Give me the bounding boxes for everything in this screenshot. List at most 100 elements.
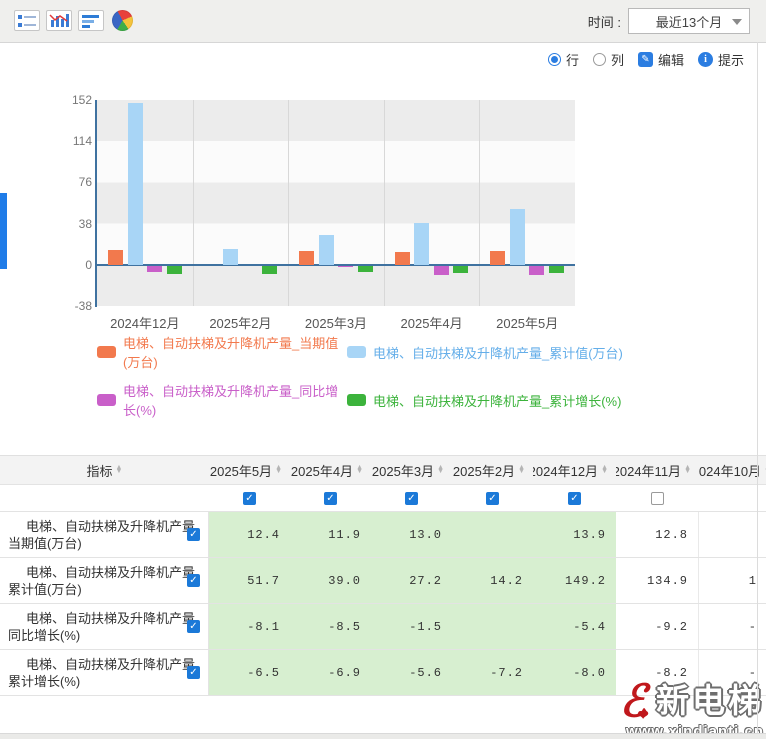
legend-item[interactable]: 电梯、自动扶梯及升降机产量_同比增长(%) [97, 381, 347, 419]
table-header-row: 指标▲▼2025年5月▲▼2025年4月▲▼2025年3月▲▼2025年2月▲▼… [0, 455, 766, 485]
chart-gridline [193, 100, 194, 306]
chart-bar[interactable] [167, 266, 182, 275]
row-checkbox-checked[interactable]: ✓ [187, 574, 200, 587]
column-header-label: 2024年10月 [699, 461, 761, 480]
time-filter: 时间 : 最近13个月 [588, 8, 750, 34]
panel-border [757, 42, 758, 733]
value-cell: -9.2 [616, 604, 699, 649]
row-checkbox-checked[interactable]: ✓ [187, 666, 200, 679]
legend-item[interactable]: 电梯、自动扶梯及升降机产量_累计值(万台) [347, 333, 623, 371]
y-axis-tick-label: 76 [40, 175, 92, 189]
checkbox-checked[interactable]: ✓ [486, 492, 499, 505]
time-label: 时间 : [588, 12, 621, 31]
col-radio[interactable]: 列 [593, 50, 624, 69]
indicator-label-line1: 电梯、自动扶梯及升降机产量 [0, 610, 208, 627]
chart-bar[interactable] [434, 266, 449, 275]
indicator-label-cell: 电梯、自动扶梯及升降机产量累计增长(%)✓ [0, 650, 209, 695]
sort-arrows-icon[interactable]: ▲▼ [356, 466, 363, 475]
checkbox-unchecked[interactable] [651, 492, 664, 505]
legend-swatch [347, 394, 366, 406]
chart-bar[interactable] [262, 266, 277, 274]
value-cell: 1 [699, 558, 766, 603]
chart-bar[interactable] [490, 251, 505, 264]
pie-chart-icon[interactable] [112, 10, 133, 31]
column-header[interactable]: 2024年12月▲▼ [533, 456, 616, 484]
chart-bar[interactable] [299, 251, 314, 265]
column-header[interactable]: 2024年11月▲▼ [616, 456, 699, 484]
value-cell: 13.0 [371, 512, 452, 557]
sort-arrows-icon[interactable]: ▲▼ [437, 466, 444, 475]
column-header[interactable]: 2025年2月▲▼ [452, 456, 533, 484]
chart-bar[interactable] [453, 266, 468, 273]
value-cell: -8.2 [616, 650, 699, 695]
legend-label: 电梯、自动扶梯及升降机产量_累计增长(%) [373, 391, 621, 410]
x-axis-category-label: 2024年12月 [97, 313, 193, 332]
hbar-chart-icon[interactable] [78, 10, 104, 31]
spacer-cell [0, 485, 209, 511]
row-checkbox-checked[interactable]: ✓ [187, 528, 200, 541]
time-range-select[interactable]: 最近13个月 [628, 8, 750, 34]
legend-item[interactable]: 电梯、自动扶梯及升降机产量_当期值(万台) [97, 333, 347, 371]
row-checkbox-checked[interactable]: ✓ [187, 620, 200, 633]
value-cell: 12.4 [209, 512, 290, 557]
column-header-label: 2025年2月 [453, 461, 515, 480]
chart-bar[interactable] [414, 223, 429, 265]
checkbox-checked[interactable]: ✓ [405, 492, 418, 505]
indicator-label-cell: 电梯、自动扶梯及升降机产量当期值(万台)✓ [0, 512, 209, 557]
edit-button[interactable]: ✎ 编辑 [638, 50, 684, 69]
column-checkbox-cell [616, 485, 699, 511]
sort-arrows-icon[interactable]: ▲▼ [518, 466, 525, 475]
row-radio-label: 行 [566, 50, 579, 69]
value-cell: 134.9 [616, 558, 699, 603]
value-cell: 27.2 [371, 558, 452, 603]
list-view-icon[interactable] [14, 10, 40, 31]
page-bottom-strip [0, 733, 766, 739]
sort-arrows-icon[interactable]: ▲▼ [601, 466, 608, 475]
value-cell [452, 512, 533, 557]
value-cell: -7.2 [452, 650, 533, 695]
row-radio[interactable]: 行 [548, 50, 579, 69]
table-row: 电梯、自动扶梯及升降机产量累计增长(%)✓-6.5-6.9-5.6-7.2-8.… [0, 650, 766, 696]
sort-arrows-icon[interactable]: ▲▼ [684, 466, 691, 475]
sort-arrows-icon[interactable]: ▲▼ [116, 466, 123, 475]
checkbox-checked[interactable]: ✓ [568, 492, 581, 505]
chart-controls: 行 列 ✎ 编辑 i 提示 [548, 50, 744, 69]
side-panel-handle[interactable] [0, 193, 7, 269]
indicator-label-line1: 电梯、自动扶梯及升降机产量 [0, 564, 208, 581]
chart-bar[interactable] [529, 266, 544, 275]
value-cell: -8.1 [209, 604, 290, 649]
x-axis-category-label: 2025年2月 [193, 313, 289, 332]
indicator-label-cell: 电梯、自动扶梯及升降机产量同比增长(%)✓ [0, 604, 209, 649]
value-cell: 14.2 [452, 558, 533, 603]
chart-bar[interactable] [510, 209, 525, 265]
column-header[interactable]: 指标▲▼ [0, 456, 209, 484]
indicator-label-line2: 同比增长(%) [0, 627, 208, 644]
checkbox-checked[interactable]: ✓ [324, 492, 337, 505]
chart-bar[interactable] [147, 266, 162, 272]
value-cell: -6.5 [209, 650, 290, 695]
chart-bar[interactable] [358, 266, 373, 272]
column-header[interactable]: 2024年10月▲▼ [699, 456, 766, 484]
column-header-label: 2025年3月 [372, 461, 434, 480]
time-range-value: 最近13个月 [656, 12, 722, 31]
combo-chart-icon[interactable] [46, 10, 72, 31]
legend-item[interactable]: 电梯、自动扶梯及升降机产量_累计增长(%) [347, 381, 623, 419]
sort-arrows-icon[interactable]: ▲▼ [275, 466, 282, 475]
chart-bar[interactable] [549, 266, 564, 273]
table-row: 电梯、自动扶梯及升降机产量当期值(万台)✓12.411.913.013.912.… [0, 512, 766, 558]
column-header[interactable]: 2025年3月▲▼ [371, 456, 452, 484]
chart-bar[interactable] [338, 266, 353, 268]
chart-bar[interactable] [128, 103, 143, 265]
chart-bar[interactable] [223, 249, 238, 264]
indicator-label-line1: 电梯、自动扶梯及升降机产量 [0, 518, 208, 535]
value-cell: 51.7 [209, 558, 290, 603]
chart-bar[interactable] [319, 235, 334, 264]
chart-bar[interactable] [108, 250, 123, 265]
column-header[interactable]: 2025年5月▲▼ [209, 456, 290, 484]
column-header[interactable]: 2025年4月▲▼ [290, 456, 371, 484]
checkbox-checked[interactable]: ✓ [243, 492, 256, 505]
chart-gridline [479, 100, 480, 306]
chart-bar[interactable] [395, 252, 410, 265]
indicator-table: 指标▲▼2025年5月▲▼2025年4月▲▼2025年3月▲▼2025年2月▲▼… [0, 455, 766, 697]
tip-button[interactable]: i 提示 [698, 50, 744, 69]
